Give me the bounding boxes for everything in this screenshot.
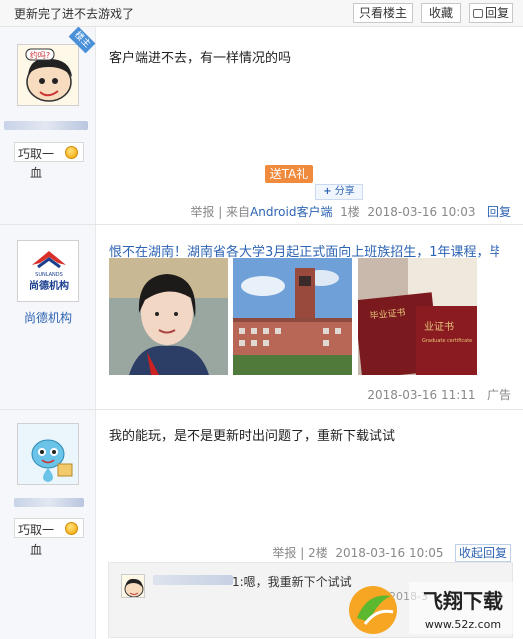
watermark-brand: 飞翔下载 bbox=[423, 589, 503, 613]
sunlands-logo-icon: SUNLANDS 尚德机构 bbox=[18, 241, 78, 301]
floor-number: 1楼 bbox=[340, 205, 360, 219]
ad-post: SUNLANDS 尚德机构 尚德机构 恨不在湖南！湖南省各大学3月起正式面向上班… bbox=[0, 225, 523, 410]
post-content: 我的能玩，是不是更新时出问题了，重新下载试试 bbox=[109, 429, 396, 444]
ad-image-campus[interactable] bbox=[233, 258, 352, 375]
post-timestamp: 2018-03-16 10:03 bbox=[367, 205, 476, 219]
certificate-photo: 毕业证书 业证书 Graduate certificate bbox=[358, 258, 477, 375]
source-app-link[interactable]: Android客户端 bbox=[250, 205, 332, 219]
avatar[interactable] bbox=[17, 423, 79, 485]
source-label: 来自 bbox=[226, 205, 251, 219]
reply-button-label: 回复 bbox=[484, 6, 509, 20]
louzhu-badge: 楼主 bbox=[68, 27, 96, 54]
post-content: 客户端进不去，有一样情况的吗 bbox=[109, 51, 292, 66]
ad-timestamp: 2018-03-16 11:11 bbox=[367, 388, 476, 402]
svg-text:约吗?: 约吗? bbox=[30, 50, 50, 60]
level-name: 巧取一 bbox=[18, 147, 55, 161]
level-name-line2: 血 bbox=[30, 543, 43, 557]
share-label: 分享 bbox=[334, 186, 355, 197]
plus-icon: + bbox=[323, 186, 332, 197]
username-blurred bbox=[14, 498, 84, 507]
post-meta: 举报 | 2楼 2018-03-16 10:05 收起回复 bbox=[272, 544, 511, 562]
report-link[interactable]: 举报 bbox=[272, 546, 296, 560]
ad-label: 广告 bbox=[486, 388, 511, 402]
ad-image-certificate[interactable]: 毕业证书 业证书 Graduate certificate bbox=[358, 258, 477, 375]
logo-text: 尚德机构 bbox=[29, 279, 69, 292]
post-meta: 举报 | 来自Android客户端 1楼 2018-03-16 10:03 回复 bbox=[190, 205, 511, 219]
avatar-image bbox=[18, 424, 78, 484]
level-badge: 巧取一 bbox=[14, 142, 84, 162]
author-only-button[interactable]: 只看楼主 bbox=[353, 3, 413, 23]
ad-logo[interactable]: SUNLANDS 尚德机构 bbox=[17, 240, 79, 302]
watermark-url: www.52z.com bbox=[425, 618, 501, 631]
ad-meta: 2018-03-16 11:11 广告 bbox=[367, 386, 511, 403]
thread-title: 更新完了进不去游戏了 bbox=[14, 7, 135, 21]
sub-reply-avatar[interactable] bbox=[121, 574, 145, 598]
post-floor-1: 约吗? 巧取一 血 楼主 客户端进不去，有一样情况的吗 送TA礼 + 分享 举报… bbox=[0, 27, 523, 225]
post-timestamp: 2018-03-16 10:05 bbox=[335, 546, 444, 560]
reply-icon bbox=[472, 9, 483, 18]
send-gift-button[interactable]: 送TA礼 bbox=[265, 165, 313, 183]
sub-reply-username-blurred bbox=[153, 575, 233, 585]
watermark-logo: 飞翔下载 www.52z.com bbox=[349, 582, 519, 634]
watermark: 飞翔下载 www.52z.com bbox=[347, 578, 523, 639]
level-star-icon bbox=[65, 522, 78, 535]
logo-subtext: SUNLANDS bbox=[35, 272, 63, 278]
thread-header: 更新完了进不去游戏了 只看楼主 收藏 回复 bbox=[0, 0, 523, 27]
ad-org-name[interactable]: 尚德机构 bbox=[24, 309, 72, 326]
certificate-text-right: 业证书 bbox=[424, 321, 454, 333]
share-button[interactable]: + 分享 bbox=[315, 184, 363, 200]
reply-link[interactable]: 回复 bbox=[487, 205, 511, 219]
level-name: 巧取一 bbox=[18, 523, 55, 537]
certificate-subtext: Graduate certificate bbox=[422, 338, 472, 344]
username-blurred bbox=[4, 121, 88, 130]
ad-image-portrait[interactable] bbox=[109, 258, 228, 375]
favorite-button[interactable]: 收藏 bbox=[421, 3, 461, 23]
level-star-icon bbox=[65, 146, 78, 159]
campus-photo bbox=[233, 258, 352, 375]
avatar-image bbox=[122, 575, 144, 597]
portrait-photo bbox=[109, 258, 228, 375]
collapse-reply-link[interactable]: 收起回复 bbox=[454, 544, 511, 562]
author-sidebar: 巧取一 血 bbox=[0, 410, 96, 639]
reply-button[interactable]: 回复 bbox=[469, 3, 513, 23]
level-badge: 巧取一 bbox=[14, 518, 84, 538]
level-name-line2: 血 bbox=[30, 166, 43, 180]
sub-reply-text: 1:嗯，我重新下个试试 bbox=[232, 575, 352, 589]
louzhu-ribbon: 楼主 bbox=[62, 27, 96, 61]
floor-number: 2楼 bbox=[308, 546, 328, 560]
report-link[interactable]: 举报 bbox=[190, 205, 214, 219]
